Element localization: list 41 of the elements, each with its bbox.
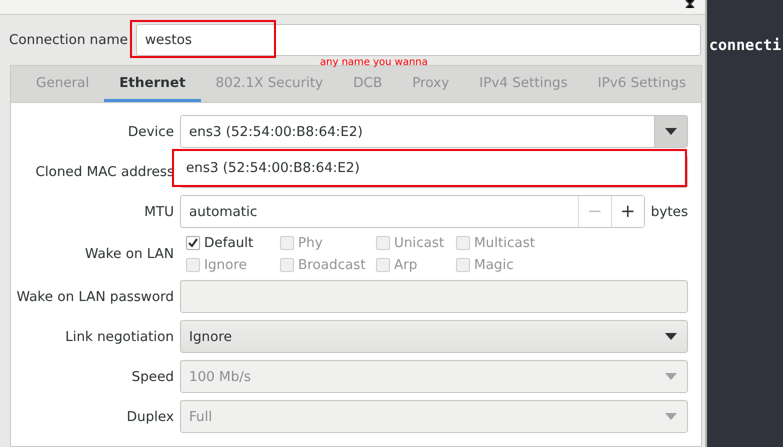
caret-icon <box>665 333 677 340</box>
device-label: Device <box>126 124 174 140</box>
annotation-note: any name you wanna <box>320 57 428 68</box>
checkbox-label: Phy <box>298 235 323 251</box>
checkbox-label: Broadcast <box>298 257 366 273</box>
tab[interactable]: Proxy <box>397 66 464 102</box>
connection-name-label: Connection name <box>9 32 128 48</box>
wake-on-lan-label: Wake on LAN <box>84 246 174 262</box>
dropdown-menu-item[interactable]: ens3 (52:54:00:B8:64:E2) <box>174 151 685 185</box>
select-field[interactable]: Ignore <box>180 320 688 353</box>
checkbox-label: Arp <box>394 257 418 273</box>
terminal-text: connecti <box>709 36 782 54</box>
tab[interactable]: 802.1X Security <box>200 66 338 102</box>
field-label: Speed <box>130 368 174 384</box>
caret-icon <box>665 128 677 135</box>
caret-icon <box>665 373 677 380</box>
increment-button[interactable]: + <box>610 196 644 227</box>
checkbox-label: Magic <box>474 257 514 273</box>
cloned-mac-label: Cloned MAC address <box>34 164 174 180</box>
tab[interactable]: IPv4 Settings <box>464 66 583 102</box>
mtu-label: MTU <box>143 204 174 220</box>
tab[interactable]: General <box>21 66 104 102</box>
field-label: Duplex <box>126 408 174 424</box>
checkbox-label: Unicast <box>394 235 444 251</box>
checkbox-label: Ignore <box>204 257 247 273</box>
mtu-field[interactable]: automatic − + <box>180 195 645 228</box>
unit-label: bytes <box>650 204 688 220</box>
checkbox-label: Multicast <box>474 235 536 251</box>
checkbox-label: Default <box>204 235 254 251</box>
tab[interactable]: IPv6 Settings <box>582 66 701 102</box>
tab[interactable]: Ethernet <box>104 66 201 102</box>
device-combo[interactable]: ens3 (52:54:00:B8:64:E2) <box>180 115 688 148</box>
field-label: Link negotiation <box>64 328 174 344</box>
password-label: Wake on LAN password <box>16 288 174 304</box>
checkbox[interactable] <box>186 236 200 250</box>
close-icon[interactable] <box>685 0 695 8</box>
caret-icon <box>665 413 677 420</box>
connection-name-field[interactable]: westos <box>136 24 701 56</box>
password-field[interactable] <box>180 280 688 313</box>
dropdown-button[interactable] <box>654 116 687 147</box>
tab[interactable]: DCB <box>338 66 398 102</box>
